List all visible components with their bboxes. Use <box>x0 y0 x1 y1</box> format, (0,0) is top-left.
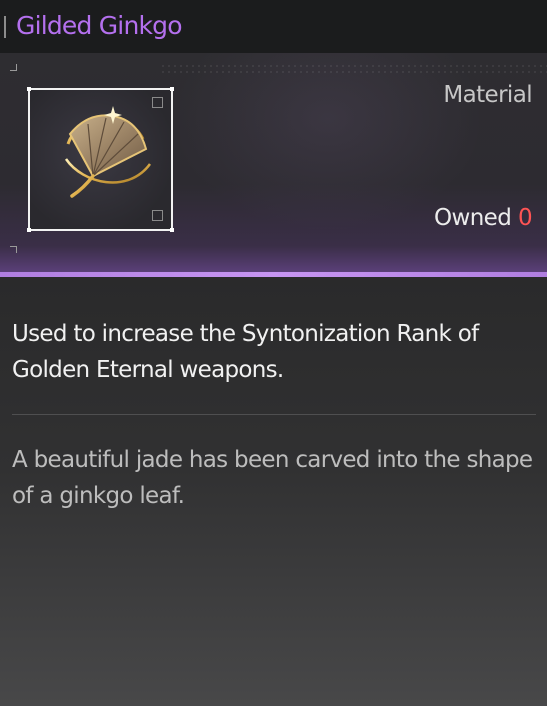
header-bar <box>4 16 6 38</box>
frame-corner <box>170 87 174 91</box>
ginkgo-leaf-icon <box>64 106 152 198</box>
banner-texture <box>160 63 547 77</box>
item-lore: A beautiful jade has been carved into th… <box>12 447 533 509</box>
owned-label: Owned <box>433 205 512 231</box>
corner-tick <box>16 64 17 71</box>
item-category: Material <box>443 82 532 108</box>
section-divider <box>12 414 536 415</box>
frame-mark <box>152 210 163 221</box>
item-title: Gilded Ginkgo <box>16 11 183 40</box>
owned-count: 0 <box>517 205 533 231</box>
corner-tick <box>16 246 17 253</box>
frame-corner <box>170 228 174 232</box>
frame-corner <box>27 87 31 91</box>
tooltip-header: Gilded Ginkgo <box>0 0 547 53</box>
owned-status: Owned 0 <box>433 205 533 231</box>
frame-corner <box>27 228 31 232</box>
item-description: Used to increase the Syntonization Rank … <box>12 321 479 383</box>
